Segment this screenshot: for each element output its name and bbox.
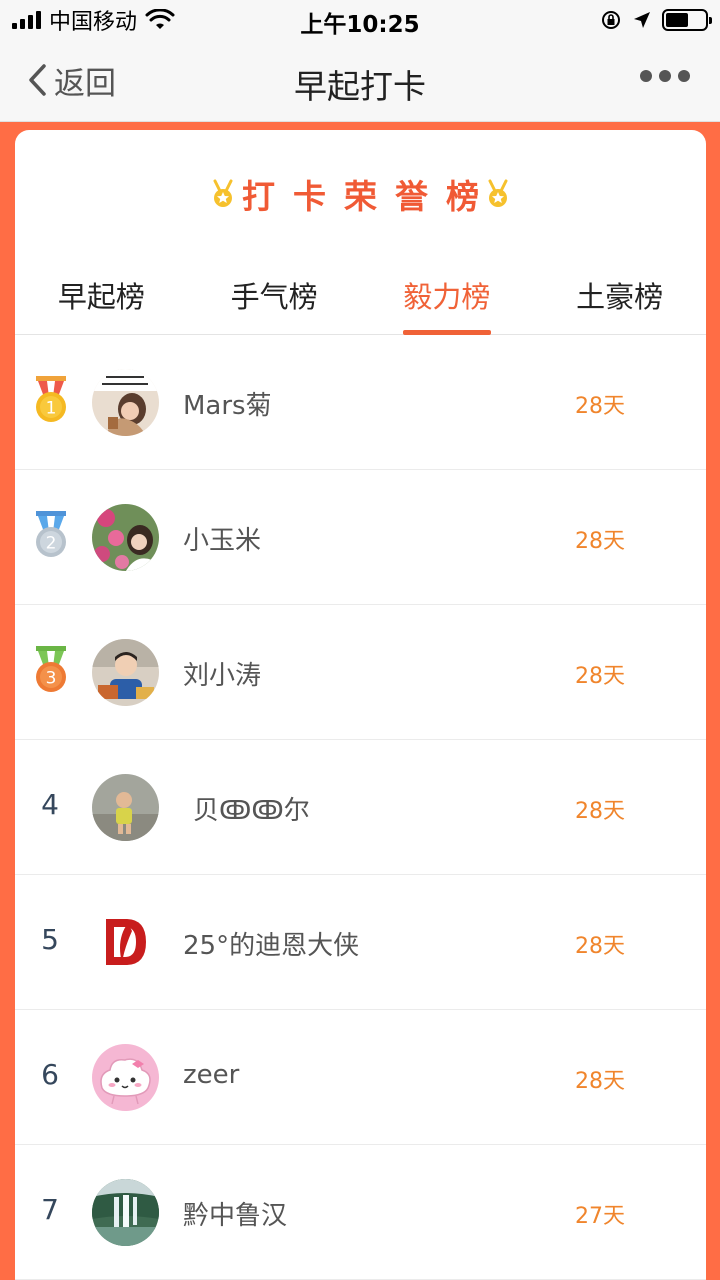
list-item[interactable]: 2 小玉米 28天 bbox=[15, 470, 706, 605]
svg-text:1: 1 bbox=[46, 399, 57, 419]
list-item[interactable]: 1 Mars菊 28天 bbox=[15, 335, 706, 470]
ranking-tabs: 早起榜 手气榜 毅力榜 土豪榜 bbox=[15, 260, 706, 335]
more-dot-icon bbox=[659, 70, 671, 82]
rank-number: 4 bbox=[41, 788, 59, 821]
list-item[interactable]: 3 刘小涛 28天 bbox=[15, 605, 706, 740]
tab-luck[interactable]: 手气榜 bbox=[188, 260, 361, 334]
avatar bbox=[92, 639, 159, 706]
avatar bbox=[92, 1044, 159, 1111]
avatar bbox=[92, 1179, 159, 1246]
battery-icon bbox=[662, 9, 712, 31]
page-title: 早起打卡 bbox=[294, 67, 426, 106]
nav-bar: 返回 早起打卡 bbox=[0, 40, 720, 122]
list-item[interactable]: 5 25°的迪恩大侠 28天 bbox=[15, 875, 706, 1010]
days-count: 28天 bbox=[575, 529, 625, 554]
days-count: 28天 bbox=[575, 664, 625, 689]
svg-text:2: 2 bbox=[46, 534, 57, 554]
list-item[interactable]: 6 zeer 28天 bbox=[15, 1010, 706, 1145]
days-count: 28天 bbox=[575, 799, 625, 824]
bronze-medal-icon: 3 bbox=[36, 646, 66, 692]
honor-title-text: 打卡荣誉榜 bbox=[242, 177, 497, 216]
avatar bbox=[92, 774, 159, 841]
user-name: 小玉米 bbox=[183, 526, 262, 556]
silver-medal-icon: 2 bbox=[36, 511, 66, 557]
days-count: 28天 bbox=[575, 394, 625, 419]
medal-icon bbox=[488, 179, 508, 207]
svg-text:3: 3 bbox=[46, 669, 57, 689]
tab-early-rise[interactable]: 早起榜 bbox=[15, 260, 188, 334]
rank-number: 6 bbox=[41, 1058, 59, 1091]
gold-medal-icon: 1 bbox=[36, 376, 66, 422]
list-item[interactable]: 4 贝ↂↂ尔 28天 bbox=[15, 740, 706, 875]
honor-title: 打卡荣誉榜 bbox=[15, 170, 706, 218]
user-name: Mars菊 bbox=[183, 391, 272, 421]
rotation-lock-icon bbox=[602, 11, 620, 29]
user-name: 刘小涛 bbox=[183, 661, 262, 691]
more-dot-icon bbox=[678, 70, 690, 82]
status-bar: 中国移动 上午10:25 bbox=[0, 0, 720, 40]
user-name: 黔中鲁汉 bbox=[183, 1201, 288, 1231]
leaderboard-card: 打卡荣誉榜 早起榜 手气榜 毅力榜 土豪榜 1 Mars菊 28天 2 小玉米 … bbox=[15, 130, 706, 1280]
more-button[interactable] bbox=[640, 70, 690, 82]
days-count: 28天 bbox=[575, 934, 625, 959]
ranking-list: 1 Mars菊 28天 2 小玉米 28天 3 刘小涛 28天 4 贝ↂↂ尔 2… bbox=[15, 335, 706, 1280]
more-dot-icon bbox=[640, 70, 652, 82]
rank-number: 7 bbox=[41, 1193, 59, 1226]
days-count: 27天 bbox=[575, 1204, 625, 1229]
avatar bbox=[92, 369, 159, 436]
user-name: 25°的迪恩大侠 bbox=[183, 931, 360, 961]
user-name: 贝ↂↂ尔 bbox=[193, 796, 310, 826]
rank-number: 5 bbox=[41, 923, 59, 956]
list-item[interactable]: 7 黔中鲁汉 27天 bbox=[15, 1145, 706, 1280]
tab-perseverance[interactable]: 毅力榜 bbox=[361, 260, 534, 335]
days-count: 28天 bbox=[575, 1069, 625, 1094]
user-name: zeer bbox=[183, 1060, 240, 1090]
location-icon bbox=[634, 12, 650, 28]
medal-icon bbox=[213, 179, 233, 207]
avatar bbox=[92, 909, 159, 976]
tab-rich[interactable]: 土豪榜 bbox=[533, 260, 706, 334]
avatar bbox=[92, 504, 159, 571]
